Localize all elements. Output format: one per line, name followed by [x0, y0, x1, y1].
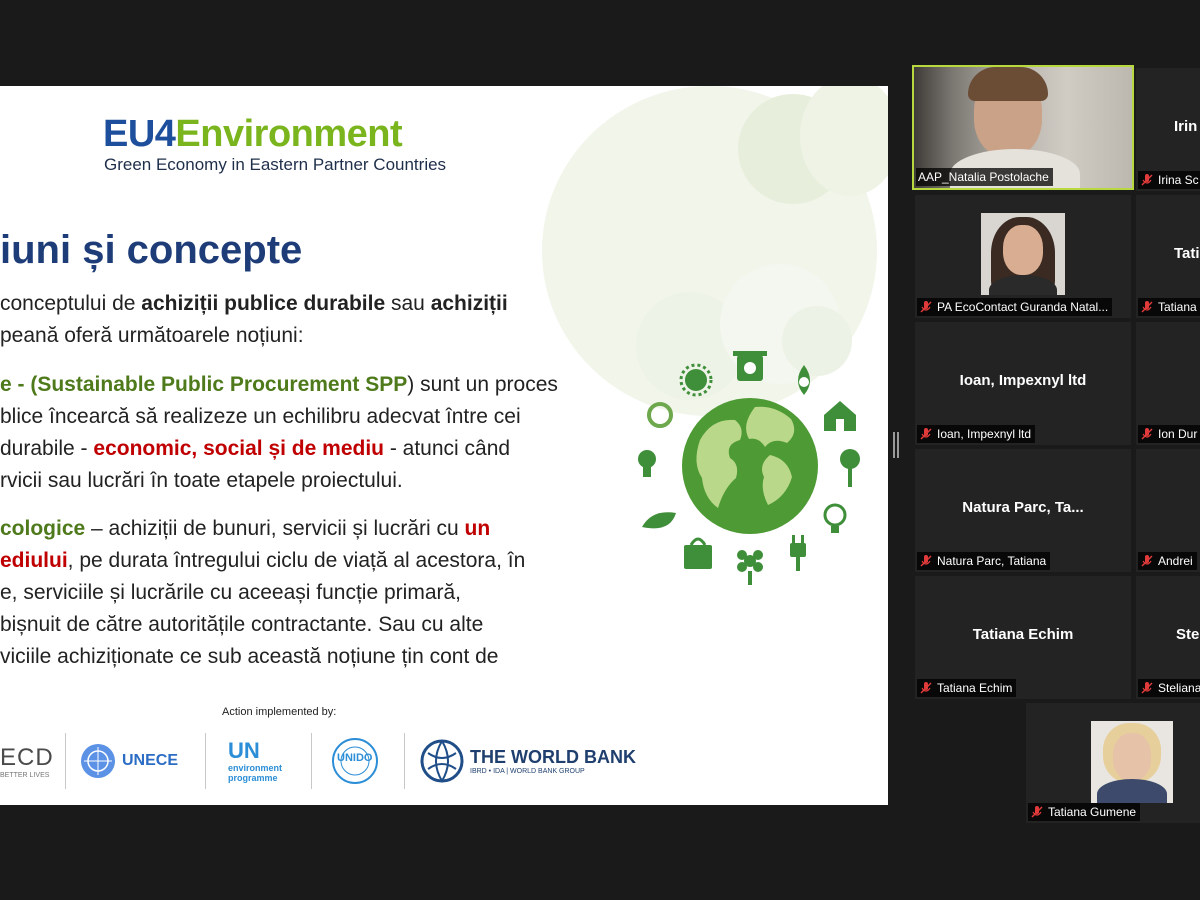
muted-mic-icon [1141, 555, 1153, 567]
paragraph-line: e - (Sustainable Public Procurement SPP)… [0, 373, 558, 396]
logo-divider [65, 733, 66, 789]
muted-mic-icon [1141, 301, 1153, 313]
world-bank-subtitle: IBRD • IDA | WORLD BANK GROUP [470, 768, 585, 775]
participant-label: PA EcoContact Guranda Natal... [917, 298, 1113, 316]
participant-tile[interactable]: Tati Tatiana [1136, 195, 1200, 318]
slide-heading: iuni și concepte [0, 228, 303, 272]
muted-mic-icon [1141, 682, 1153, 694]
paragraph-line: ediului, pe durata întregului ciclu de v… [0, 549, 526, 572]
paragraph-line: bișnuit de către autoritățile contractan… [0, 613, 484, 636]
participant-label: Ioan, Impexnyl ltd [917, 425, 1036, 443]
oecd-text: ECD [0, 743, 54, 771]
participant-name: Ioan, Impexnyl ltd [959, 372, 1087, 389]
muted-mic-icon [1141, 428, 1153, 440]
participant-label: Tatiana Gumene [1028, 803, 1141, 821]
world-bank-logo: THE WORLD BANK IBRD • IDA | WORLD BANK G… [420, 731, 636, 791]
muted-mic-icon [920, 428, 932, 440]
paragraph-line: conceptului de achiziții publice durabil… [0, 292, 508, 315]
eco-bulb-icon [638, 450, 656, 477]
participant-label: Natura Parc, Tatiana [917, 552, 1051, 570]
unido-text: UNIDO [337, 752, 373, 764]
logo-divider [205, 733, 206, 789]
recycle-arrows-icon [647, 402, 673, 428]
participant-name: Ste [1176, 626, 1200, 643]
unep-bottom-text: programme [228, 773, 278, 783]
recycle-bin-icon [733, 351, 767, 381]
participant-tile[interactable]: Tatiana Gumene [1026, 703, 1200, 823]
plug-icon [790, 535, 806, 571]
participant-label: Irina Sc [1138, 171, 1200, 189]
participant-tile[interactable]: Ion Dur [1136, 322, 1200, 445]
logo-subtitle: Green Economy in Eastern Partner Countri… [104, 155, 447, 174]
unep-bottom-text: environment [228, 763, 283, 773]
participant-name: Natura Parc, Ta... [962, 499, 1084, 516]
participant-name: Tati [1174, 245, 1200, 262]
panel-resize-handle-icon[interactable] [893, 432, 899, 458]
muted-mic-icon [1031, 806, 1043, 818]
lightbulb-icon [823, 503, 847, 533]
house-icon [824, 401, 856, 431]
paragraph-line: blice încearcă să realizeze un echilibru… [0, 405, 521, 428]
eco-illustration [638, 351, 860, 585]
paragraph-line: viciile achiziționate ce sub această noț… [0, 645, 499, 668]
oecd-subtitle: BETTER LIVES [0, 771, 50, 779]
participant-label: AAP_Natalia Postolache [916, 168, 1053, 186]
participant-photo [981, 213, 1065, 295]
paragraph-line: peană oferă următoarele noțiuni: [0, 324, 304, 347]
unep-top-text: UN [228, 738, 260, 763]
muted-mic-icon [920, 301, 932, 313]
participant-label: Tatiana Echim [917, 679, 1017, 697]
participant-tile[interactable]: Natura Parc, Ta... Natura Parc, Tatiana [915, 449, 1131, 572]
unece-text: UNECE [122, 752, 179, 769]
participant-tile[interactable]: Irin Irina Sc [1136, 68, 1200, 191]
paragraph-line: e, serviciile și lucrările cu aceeași fu… [0, 581, 462, 604]
tree-icon [840, 449, 860, 487]
paragraph-line: rvicii sau lucrări în toate etapele proi… [0, 469, 403, 492]
participant-name: Irin [1174, 118, 1198, 135]
participant-photo [1091, 721, 1173, 803]
participant-tile[interactable]: Ioan, Impexnyl ltd Ioan, Impexnyl ltd [915, 322, 1131, 445]
participant-tile[interactable]: AAP_Natalia Postolache [912, 65, 1134, 190]
participant-hair [968, 67, 1048, 101]
eu4environment-logo: EU4Environment [103, 113, 403, 155]
participant-label: Steliana [1138, 679, 1200, 697]
participant-tile[interactable]: PA EcoContact Guranda Natal... [915, 195, 1131, 318]
world-bank-globe-icon [420, 739, 464, 783]
flower-icon [737, 550, 763, 585]
un-emblem-icon [81, 744, 115, 778]
drop-icon [798, 365, 810, 395]
logo-eu-text: EU4 [103, 113, 176, 155]
participant-tile[interactable]: Andrei [1136, 449, 1200, 572]
muted-mic-icon [920, 555, 932, 567]
participant-name: Tatiana Echim [972, 626, 1074, 643]
world-bank-text: THE WORLD BANK [470, 747, 636, 767]
participant-label: Ion Dur [1138, 425, 1200, 443]
unido-logo: UNIDO [327, 731, 383, 791]
logo-divider [404, 733, 405, 789]
unep-logo: UN environment programme [228, 731, 282, 791]
muted-mic-icon [1141, 174, 1153, 186]
participant-tile[interactable]: Tatiana Echim Tatiana Echim [915, 576, 1131, 699]
muted-mic-icon [920, 682, 932, 694]
participant-tile[interactable]: Ste Steliana [1136, 576, 1200, 699]
participant-label: Tatiana [1138, 298, 1200, 316]
participant-label: Andrei [1138, 552, 1197, 570]
paragraph-line: cologice – achiziții de bunuri, servicii… [0, 517, 491, 540]
paragraph-line: durabile - economic, social și de mediu … [0, 437, 511, 460]
action-implemented-label: Action implemented by: [222, 706, 337, 718]
sun-icon [679, 363, 713, 397]
oecd-logo: ECD BETTER LIVES [0, 731, 54, 791]
unece-logo: UNECE [78, 731, 178, 791]
logo-divider [311, 733, 312, 789]
logo-env-text: Environment [175, 113, 403, 155]
shopping-bag-icon [684, 537, 712, 569]
leaf-icon [642, 512, 676, 529]
earth-globe-icon [682, 398, 818, 534]
